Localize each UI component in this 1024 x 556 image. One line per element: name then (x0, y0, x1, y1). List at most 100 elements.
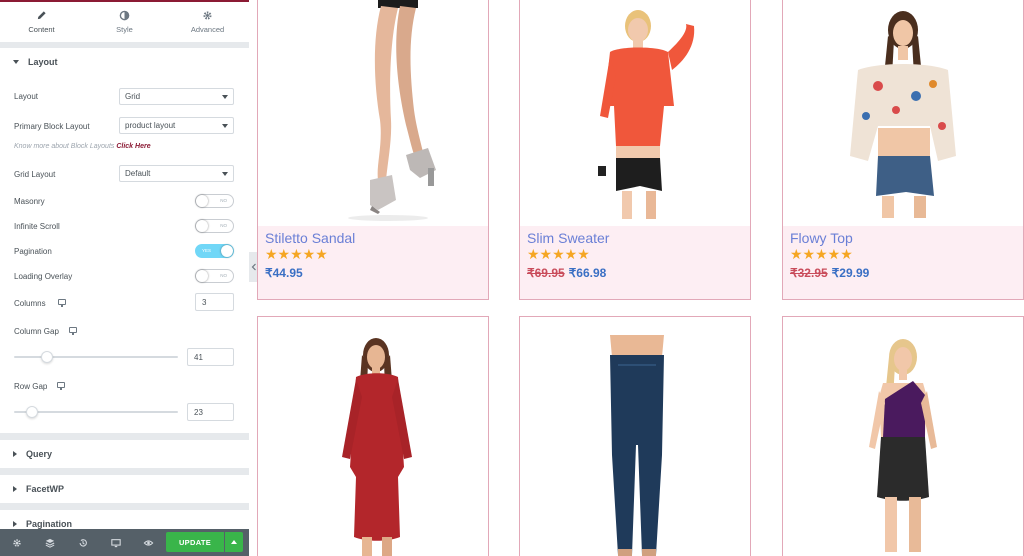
section-facetwp-header[interactable]: FacetWP (0, 475, 249, 503)
masonry-switch[interactable]: NO (195, 194, 234, 208)
product-image (869, 339, 937, 552)
column-gap-input[interactable]: 41 (187, 348, 234, 366)
star-rating: ★★★★★ (265, 246, 328, 262)
product-image (348, 0, 436, 221)
pagination-label: Pagination (14, 247, 52, 256)
product-card[interactable]: Flowy Top ★★★★★ ₹32.95 ₹29.99 (782, 0, 1024, 300)
switch-knob (221, 245, 233, 257)
block-layouts-help: Know more about Block Layouts Click Here (14, 143, 151, 150)
product-card[interactable] (257, 316, 489, 556)
settings-icon (12, 538, 21, 547)
original-price: ₹69.95 (527, 266, 565, 280)
product-card[interactable] (782, 316, 1024, 556)
primary-block-layout-select[interactable]: product layout (119, 117, 234, 134)
product-info: Stiletto Sandal ★★★★★ ₹44.95 (258, 226, 488, 299)
chevron-left-icon (251, 263, 256, 271)
product-image (610, 335, 664, 556)
page-preview: Stiletto Sandal ★★★★★ ₹44.95 Slim Sweate… (257, 0, 1024, 556)
row-gap-slider-handle[interactable] (26, 406, 39, 418)
caret-down-icon (13, 60, 19, 64)
desktop-icon[interactable] (58, 299, 66, 307)
section-pagination-title: Pagination (26, 519, 73, 529)
columns-input[interactable]: 3 (195, 293, 234, 311)
chevron-down-icon (222, 172, 228, 176)
grid-layout-value: Default (125, 169, 151, 178)
primary-block-layout-value: product layout (125, 121, 176, 130)
current-price: ₹29.99 (831, 266, 870, 280)
click-here-link[interactable]: Click Here (116, 143, 150, 150)
product-image (342, 338, 412, 556)
masonry-label: Masonry (14, 197, 45, 206)
section-query-header[interactable]: Query (0, 440, 249, 468)
column-gap-slider[interactable] (14, 356, 178, 358)
product-price: ₹69.95 ₹66.98 (527, 266, 606, 280)
grid-layout-select[interactable]: Default (119, 165, 234, 182)
tab-style-label: Style (116, 25, 133, 34)
product-price: ₹44.95 (265, 266, 303, 280)
responsive-icon (110, 538, 121, 547)
pencil-icon (37, 11, 46, 20)
tab-content[interactable]: Content (0, 2, 83, 42)
loading-overlay-switch[interactable]: NO (195, 269, 234, 283)
loading-overlay-label: Loading Overlay (14, 272, 73, 281)
gear-icon (203, 11, 212, 20)
column-gap-slider-handle[interactable] (40, 351, 53, 363)
primary-block-layout-label: Primary Block Layout (14, 122, 90, 131)
history-button[interactable] (66, 529, 99, 556)
layout-label: Layout (14, 92, 39, 101)
columns-label: Columns (14, 299, 46, 308)
current-price: ₹66.98 (568, 266, 607, 280)
preview-eye-icon (143, 539, 154, 546)
chevron-down-icon (222, 124, 228, 128)
panel-tabs: Content Style Advanced (0, 2, 249, 42)
divider (0, 468, 249, 475)
caret-right-icon (13, 486, 17, 492)
switch-knob (196, 220, 208, 232)
row-gap-input[interactable]: 23 (187, 403, 234, 421)
infinite-scroll-label: Infinite Scroll (14, 222, 60, 231)
chevron-down-icon (222, 95, 228, 99)
tab-advanced[interactable]: Advanced (166, 2, 249, 42)
product-card[interactable] (519, 316, 751, 556)
tab-advanced-label: Advanced (190, 25, 225, 34)
section-facetwp-title: FacetWP (26, 484, 65, 494)
elementor-editor: Content Style Advanced Layout Layout Gri… (0, 0, 1024, 556)
preview-button[interactable] (132, 529, 165, 556)
section-layout-header[interactable]: Layout (0, 48, 249, 76)
section-layout-title: Layout (28, 57, 58, 67)
product-info: Slim Sweater ★★★★★ ₹69.95 ₹66.98 (520, 226, 750, 299)
row-gap-label: Row Gap (14, 382, 48, 391)
product-info: Flowy Top ★★★★★ ₹32.95 ₹29.99 (783, 226, 1023, 299)
product-title[interactable]: Slim Sweater (527, 230, 609, 246)
switch-state: NO (220, 198, 227, 203)
product-title[interactable]: Flowy Top (790, 230, 853, 246)
switch-state: NO (220, 273, 227, 278)
switch-knob (196, 270, 208, 282)
row-gap-slider[interactable] (14, 411, 178, 413)
desktop-icon[interactable] (69, 327, 77, 335)
settings-button[interactable] (0, 529, 33, 556)
product-price: ₹32.95 ₹29.99 (790, 266, 869, 280)
save-options-button[interactable] (225, 532, 243, 552)
history-icon (79, 538, 87, 547)
help-text: Know more about Block Layouts (14, 143, 115, 150)
product-card[interactable]: Slim Sweater ★★★★★ ₹69.95 ₹66.98 (519, 0, 751, 300)
pagination-switch[interactable]: YES (195, 244, 234, 258)
product-card[interactable]: Stiletto Sandal ★★★★★ ₹44.95 (257, 0, 489, 300)
responsive-mode-button[interactable] (99, 529, 132, 556)
grid-layout-label: Grid Layout (14, 170, 56, 179)
original-price: ₹32.95 (790, 266, 828, 280)
layout-select-value: Grid (125, 92, 141, 101)
desktop-icon[interactable] (57, 382, 65, 390)
product-image (850, 11, 956, 218)
tab-content-label: Content (28, 25, 55, 34)
navigator-button[interactable] (33, 529, 66, 556)
caret-up-icon (231, 540, 237, 544)
tab-style[interactable]: Style (83, 2, 166, 42)
product-image (598, 10, 695, 219)
update-button[interactable]: UPDATE (166, 532, 224, 552)
layers-icon (45, 538, 54, 548)
product-title[interactable]: Stiletto Sandal (265, 230, 355, 246)
layout-select[interactable]: Grid (119, 88, 234, 105)
infinite-scroll-switch[interactable]: NO (195, 219, 234, 233)
